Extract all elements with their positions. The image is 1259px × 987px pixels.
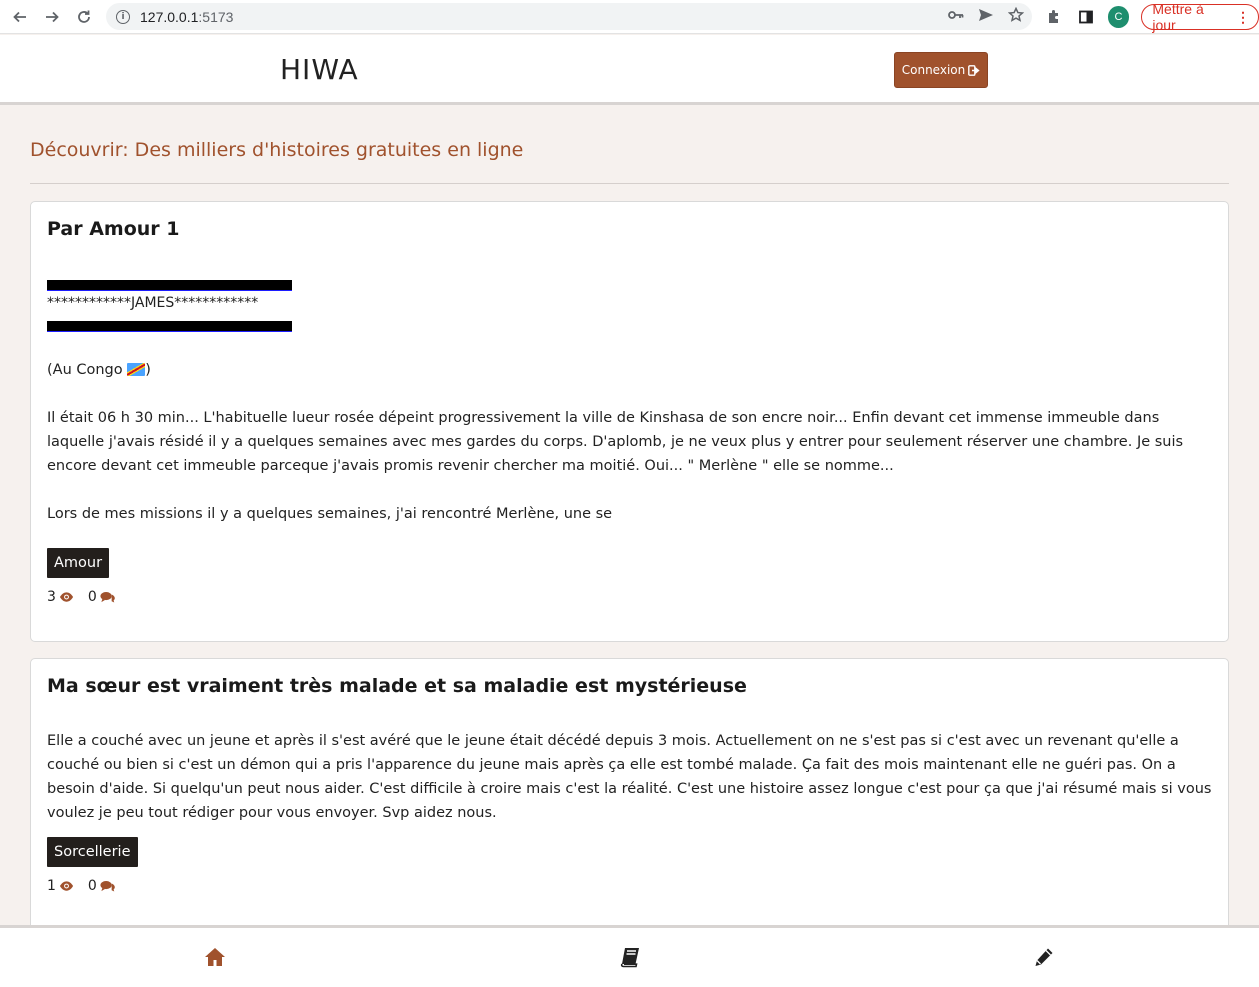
- story-excerpt: ************JAMES************ (Au Congo …: [47, 280, 1217, 526]
- story-paragraph: Lors de mes missions il y a quelques sem…: [47, 506, 613, 522]
- side-panel-icon[interactable]: [1076, 7, 1096, 27]
- sign-in-icon: [968, 64, 980, 76]
- eye-icon: [59, 881, 73, 891]
- url-text: 127.0.0.1:5173: [140, 9, 233, 25]
- url-host: 127.0.0.1: [140, 8, 199, 25]
- comments-count: 0: [88, 589, 115, 605]
- separator-bar: [47, 280, 292, 291]
- eye-icon: [59, 592, 73, 602]
- reload-button[interactable]: [70, 3, 98, 31]
- key-icon[interactable]: [948, 9, 964, 25]
- site-info-icon[interactable]: i: [116, 9, 130, 24]
- story-stars-line: ************JAMES************: [47, 295, 259, 311]
- login-label: Connexion: [901, 63, 966, 77]
- views-value: 1: [47, 878, 56, 894]
- app-header: HIWA Connexion: [0, 35, 1259, 105]
- book-icon: [620, 948, 639, 968]
- story-paragraph: Il était 06 h 30 min... L'habituelle lue…: [47, 410, 1184, 474]
- congo-flag-icon: [127, 363, 146, 376]
- story-stats: 3 0: [47, 589, 115, 605]
- discover-heading: Découvrir: Des milliers d'histoires grat…: [30, 139, 524, 161]
- brand-title[interactable]: HIWA: [280, 53, 359, 86]
- update-label: Mettre à jour: [1152, 1, 1204, 33]
- location-close: ): [145, 362, 151, 378]
- main-content: Découvrir: Des milliers d'histoires grat…: [0, 105, 1259, 925]
- pencil-icon: [1035, 948, 1053, 966]
- arrow-right-icon: [46, 11, 59, 22]
- url-port: :5173: [198, 8, 234, 25]
- bottom-navigation: [0, 925, 1259, 987]
- comments-icon: [100, 592, 115, 603]
- comments-value: 0: [87, 589, 97, 605]
- arrow-left-icon: [13, 11, 26, 22]
- profile-avatar[interactable]: C: [1107, 6, 1130, 28]
- story-paragraph: Elle a couché avec un jeune et après il …: [47, 733, 1212, 821]
- send-icon[interactable]: [978, 8, 994, 26]
- divider: [30, 183, 1229, 184]
- story-stats: 1 0: [47, 878, 115, 894]
- nav-write-button[interactable]: [1031, 944, 1057, 970]
- location-text: (Au Congo: [47, 362, 123, 378]
- story-card[interactable]: Par Amour 1 ************JAMES***********…: [30, 201, 1229, 642]
- nav-stories-button[interactable]: [617, 944, 643, 970]
- comments-count: 0: [88, 878, 115, 894]
- views-value: 3: [47, 589, 56, 605]
- address-bar[interactable]: i 127.0.0.1:5173: [106, 3, 1032, 30]
- browser-toolbar: i 127.0.0.1:5173 C Mettre à jour ⋮: [0, 0, 1259, 34]
- more-vertical-icon: ⋮: [1235, 9, 1250, 25]
- story-location: (Au Congo ): [47, 358, 1217, 382]
- bookmark-star-icon[interactable]: [1007, 6, 1025, 27]
- category-tag[interactable]: Amour: [47, 548, 110, 578]
- comments-value: 0: [87, 878, 97, 894]
- views-count: 1: [47, 878, 74, 894]
- separator-bar: [47, 321, 292, 332]
- story-title[interactable]: Par Amour 1: [47, 218, 180, 240]
- story-card[interactable]: Ma sœur est vraiment très malade et sa m…: [30, 658, 1229, 925]
- back-button[interactable]: [6, 3, 34, 31]
- comments-icon: [100, 881, 115, 892]
- views-count: 3: [47, 589, 74, 605]
- forward-button[interactable]: [38, 3, 66, 31]
- reload-icon: [78, 10, 90, 23]
- category-tag[interactable]: Sorcellerie: [47, 837, 138, 867]
- login-button[interactable]: Connexion: [894, 52, 988, 88]
- extensions-puzzle-icon[interactable]: [1044, 7, 1064, 27]
- update-chrome-button[interactable]: Mettre à jour ⋮: [1141, 1, 1259, 33]
- home-icon: [205, 948, 225, 966]
- story-title[interactable]: Ma sœur est vraiment très malade et sa m…: [47, 675, 747, 697]
- nav-home-button[interactable]: [202, 944, 228, 970]
